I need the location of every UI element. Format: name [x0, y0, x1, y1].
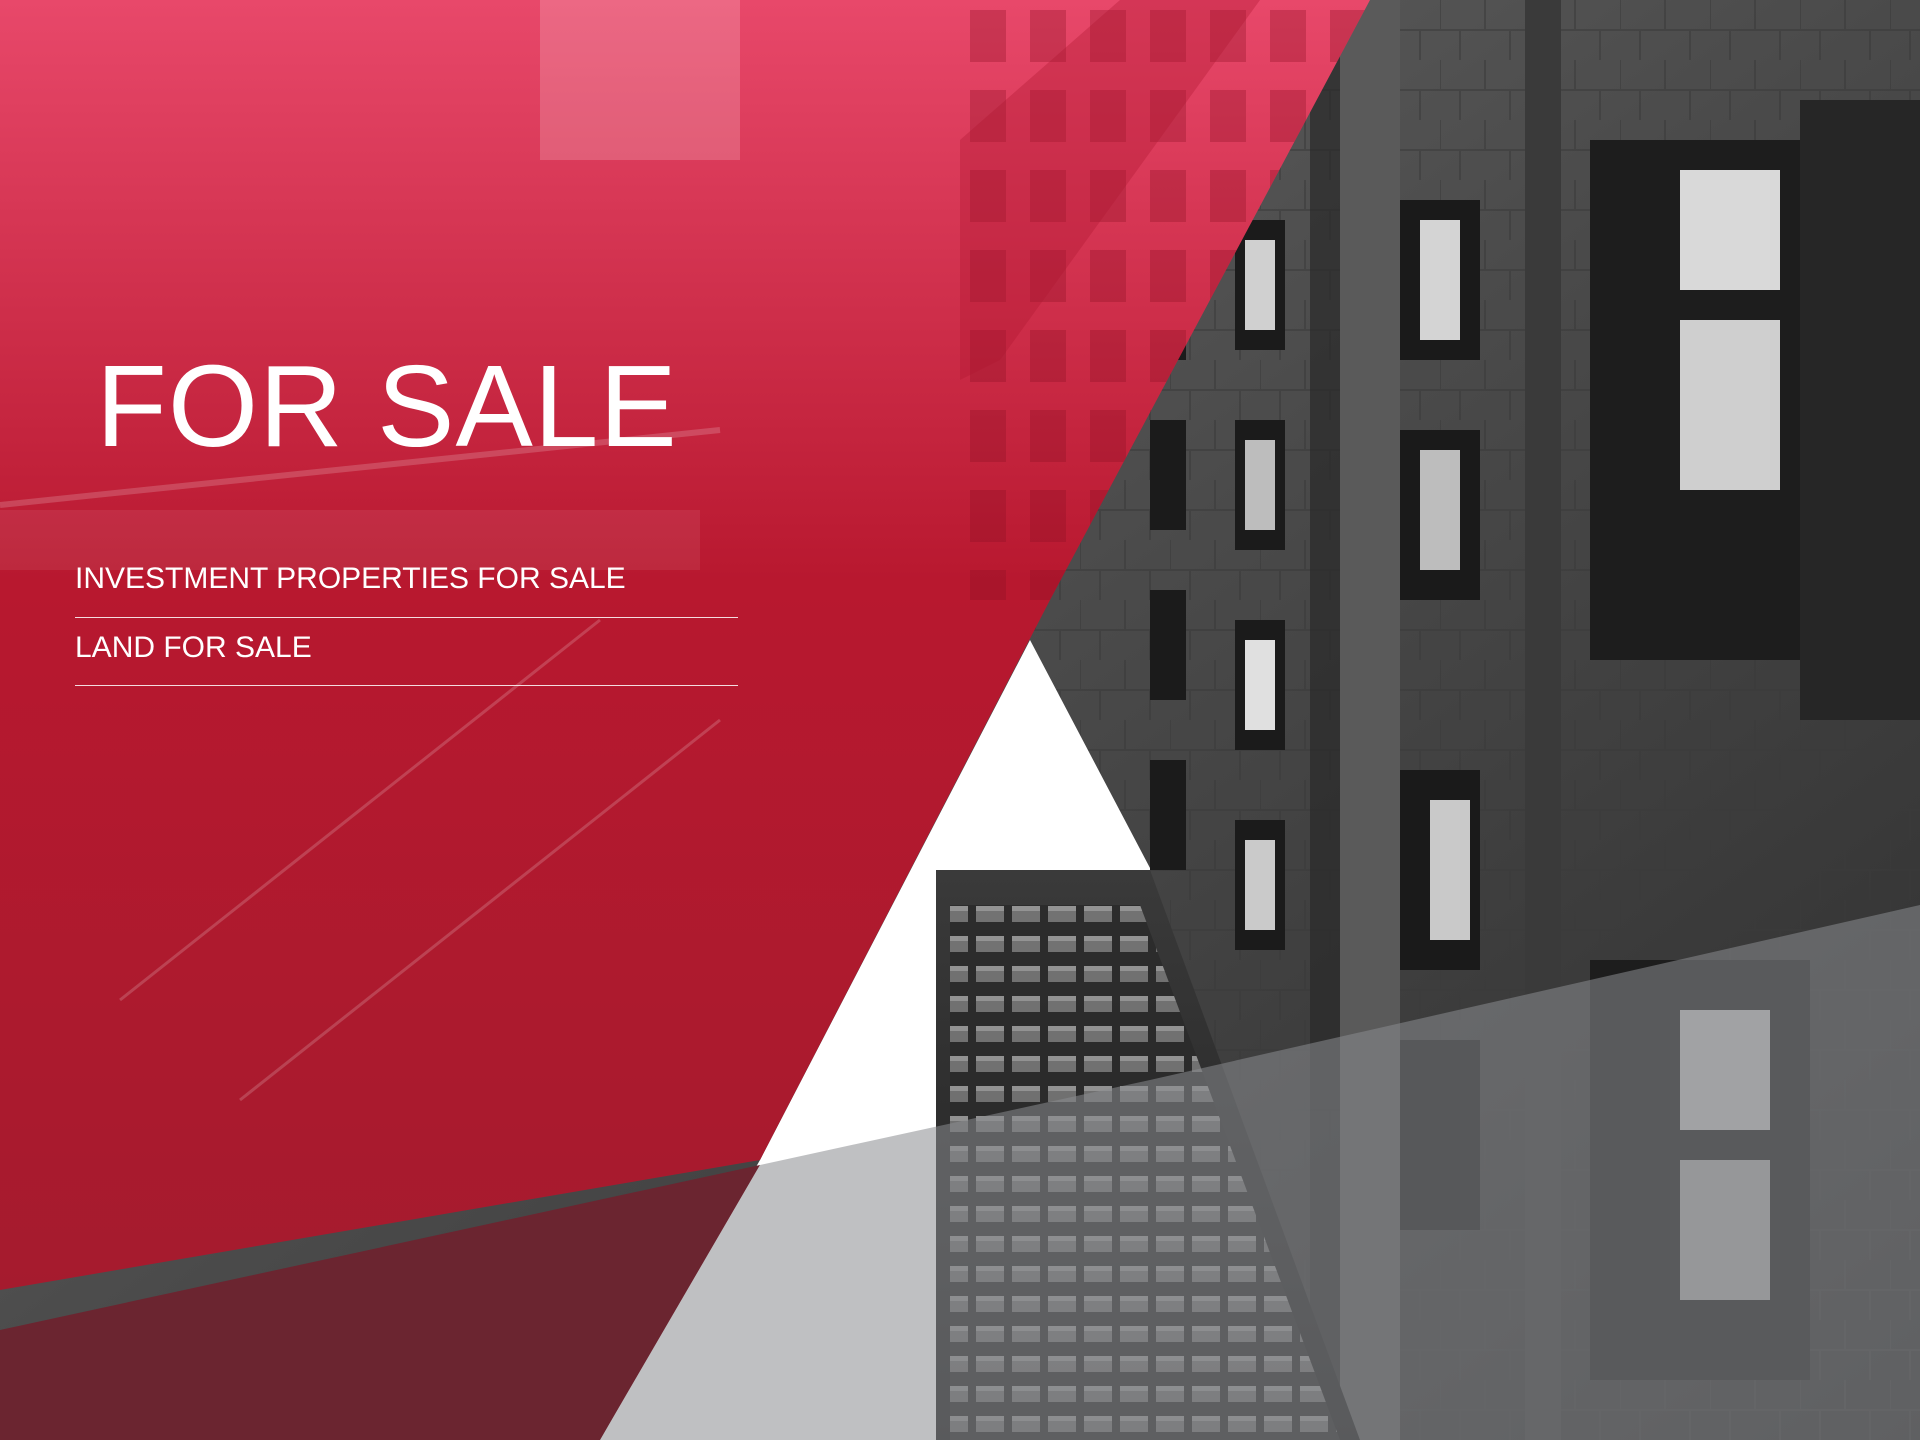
slide: FOR SALE INVESTMENT PROPERTIES FOR SALE … [0, 0, 1920, 1440]
menu-item-land[interactable]: LAND FOR SALE [75, 618, 738, 686]
category-menu: INVESTMENT PROPERTIES FOR SALE LAND FOR … [75, 550, 738, 686]
menu-item-investment-properties[interactable]: INVESTMENT PROPERTIES FOR SALE [75, 550, 738, 618]
page-title: FOR SALE [96, 341, 678, 471]
background-photo-composition [0, 0, 1920, 1440]
